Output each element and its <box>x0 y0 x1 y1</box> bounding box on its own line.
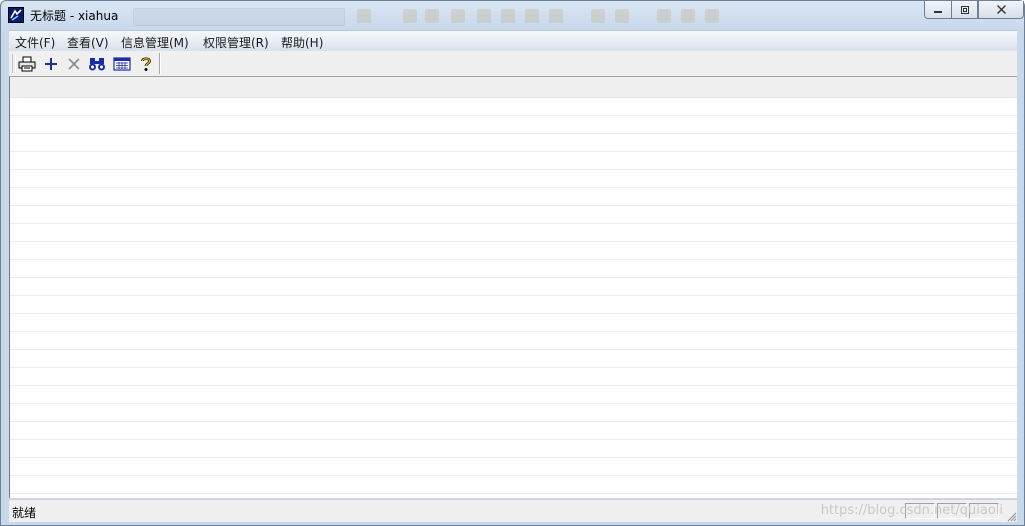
toolbar-separator <box>159 53 161 74</box>
status-bar: 就绪 https://blog.csdn.net/quiaoli <box>9 499 1017 522</box>
menu-file[interactable]: 文件(F) <box>15 34 55 51</box>
plus-icon <box>45 57 57 70</box>
print-button[interactable] <box>17 54 37 73</box>
menu-view[interactable]: 查看(V) <box>67 34 109 51</box>
binoculars-icon <box>89 57 105 70</box>
help-button[interactable] <box>136 54 156 73</box>
restore-icon <box>960 5 969 14</box>
calendar-button[interactable] <box>112 54 132 73</box>
resize-grip-icon[interactable] <box>1005 510 1017 522</box>
status-text: 就绪 <box>12 506 37 520</box>
window-title: 无标题 - xiahua <box>30 9 119 23</box>
delete-button[interactable] <box>64 54 84 73</box>
minimize-icon <box>934 10 942 13</box>
close-button[interactable] <box>978 1 1024 19</box>
menu-help[interactable]: 帮助(H) <box>281 34 323 51</box>
menu-permission-management[interactable]: 权限管理(R) <box>203 34 269 51</box>
find-button[interactable] <box>87 54 107 73</box>
background-window-ghost <box>121 6 731 26</box>
toolbar-grip[interactable] <box>12 54 16 73</box>
close-icon <box>996 5 1006 14</box>
app-window: 无标题 - xiahua 文件(F) 查看(V) 信息管理(M) 权限管理(R)… <box>0 0 1025 526</box>
list-header[interactable] <box>10 77 1017 98</box>
list-rows <box>10 98 1017 496</box>
add-button[interactable] <box>41 54 61 73</box>
delete-x-icon <box>68 57 80 70</box>
help-icon <box>141 56 151 71</box>
menu-info-management[interactable]: 信息管理(M) <box>121 34 189 51</box>
list-view[interactable] <box>9 77 1017 498</box>
minimize-button[interactable] <box>924 1 952 19</box>
menu-bar: 文件(F) 查看(V) 信息管理(M) 权限管理(R) 帮助(H) <box>9 30 1017 51</box>
restore-button[interactable] <box>951 1 978 19</box>
toolbar <box>9 51 1017 77</box>
title-bar[interactable]: 无标题 - xiahua <box>1 1 1024 30</box>
printer-icon <box>18 56 36 71</box>
watermark-text: https://blog.csdn.net/quiaoli <box>820 503 1003 518</box>
calendar-icon <box>113 56 131 71</box>
app-logo-icon <box>8 7 24 23</box>
